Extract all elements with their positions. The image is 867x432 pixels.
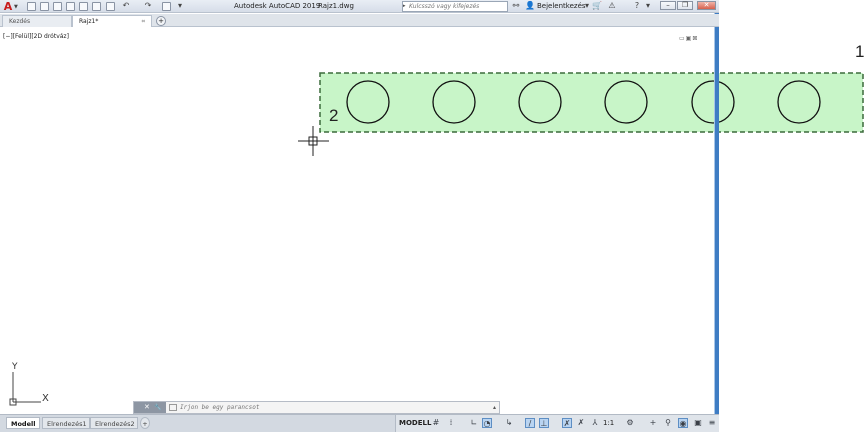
viewport-controls-label[interactable]: [−][Felül][2D drótváz] [3,33,69,40]
ucs-x-label: X [42,393,49,404]
lineweight-icon[interactable]: / [525,418,535,428]
autocad-logo-icon[interactable]: A [2,0,14,13]
annotation-scale-value[interactable]: 1:1 [603,415,614,432]
isolate-icon[interactable]: ⚲ [663,418,673,428]
command-settings-icon[interactable]: 🔧 [154,402,161,413]
search-caret-icon[interactable]: ▸ [403,3,406,9]
ucs-icon [9,372,41,406]
polar-icon[interactable]: ◔ [482,418,492,428]
maximize-button[interactable]: ❐ [677,1,693,10]
status-bar: MODELL # ⁞ ∟ ◔ ↳ / ⊥ ✗ ✗ ⅄ 1:1 ⚙ + ⚲ ◉ ▣… [395,415,719,432]
callout-2: 2 [329,106,339,125]
signin-caret-icon[interactable]: ▾ [582,1,592,11]
ucs-y-label: Y [12,362,18,372]
autodesk-a360-icon[interactable]: ⚠ [607,1,617,11]
close-button[interactable]: ✕ [697,1,716,10]
layout-tab-2[interactable]: Elrendezés2 [90,417,138,429]
saveas-icon[interactable] [66,2,75,11]
annotation-scale-icon[interactable]: ⅄ [590,418,600,428]
tab-start-label: Kezdés [9,18,31,25]
binoculars-icon[interactable]: ⚯ [511,1,521,11]
share-icon[interactable] [162,2,171,11]
signin-button[interactable]: Bejelentkezés [537,0,586,12]
command-prompt-icon[interactable] [169,404,177,411]
title-bar: A ▼ ↶ ↷ ▾ Autodesk AutoCAD 2019 Rajz1.dw… [0,0,719,13]
app-menu-caret-icon[interactable]: ▼ [14,4,18,10]
undo-icon[interactable]: ↶ [121,1,131,11]
crossing-selection-window [319,72,864,133]
plot-icon[interactable] [106,2,115,11]
save-icon[interactable] [53,2,62,11]
search-input[interactable] [403,2,507,11]
search-box[interactable] [402,1,508,12]
layout-tab-model[interactable]: Modell [6,417,40,429]
drawing-canvas[interactable] [0,0,867,432]
help-icon[interactable]: ? [632,1,642,11]
plus-icon[interactable]: + [648,418,658,428]
minimize-button[interactable]: – [660,1,676,10]
tab-drawing-label: Rajz1* [79,18,99,25]
dynucs-icon[interactable]: ⊥ [539,418,549,428]
viewport-window-controls[interactable]: ▭▣⊠ [679,35,698,42]
workspace-gear-icon[interactable]: ⚙ [625,418,635,428]
open-icon[interactable] [40,2,49,11]
tab-drawing[interactable]: Rajz1* ⌗ [72,15,152,27]
save-web-icon[interactable] [92,2,101,11]
command-input[interactable] [180,402,480,413]
grid-icon[interactable]: # [431,418,441,428]
callout-1: 1 [855,42,865,61]
osnap-icon[interactable]: ↳ [504,418,514,428]
qat-customize-icon[interactable]: ▾ [175,1,185,11]
user-icon[interactable]: 👤 [525,1,535,11]
qnew-icon[interactable] [27,2,36,11]
command-history-caret-icon[interactable]: ▴ [493,402,496,413]
window-edge [715,0,719,432]
command-line-grip[interactable]: ✕ 🔧 [134,402,166,413]
model-space-toggle[interactable]: MODELL [399,415,431,432]
tab-close-icon[interactable]: ⌗ [142,16,145,28]
command-close-icon[interactable]: ✕ [144,402,150,413]
clean-screen-icon[interactable]: ▣ [693,418,703,428]
open-web-icon[interactable] [79,2,88,11]
file-title: Rajz1.dwg [318,2,354,10]
layout-tab-1[interactable]: Elrendezés1 [42,417,90,429]
annotation-visibility-icon[interactable]: ✗ [562,418,572,428]
new-tab-button[interactable]: + [156,16,166,26]
add-layout-button[interactable]: + [140,417,150,429]
hardware-accel-icon[interactable]: ◉ [678,418,688,428]
app-title: Autodesk AutoCAD 2019 [234,2,321,10]
ortho-icon[interactable]: ∟ [469,418,479,428]
customize-menu-icon[interactable]: ≡ [707,418,717,428]
auto-scale-icon[interactable]: ✗ [576,418,586,428]
help-caret-icon[interactable]: ▾ [643,1,653,11]
redo-icon[interactable]: ↷ [143,1,153,11]
snap-icon[interactable]: ⁞ [446,418,456,428]
tab-start[interactable]: Kezdés [2,15,72,27]
cart-icon[interactable]: 🛒 [592,1,602,11]
command-line: ✕ 🔧 ▴ [133,401,500,414]
file-tab-bar: Kezdés Rajz1* ⌗ + [0,14,719,27]
